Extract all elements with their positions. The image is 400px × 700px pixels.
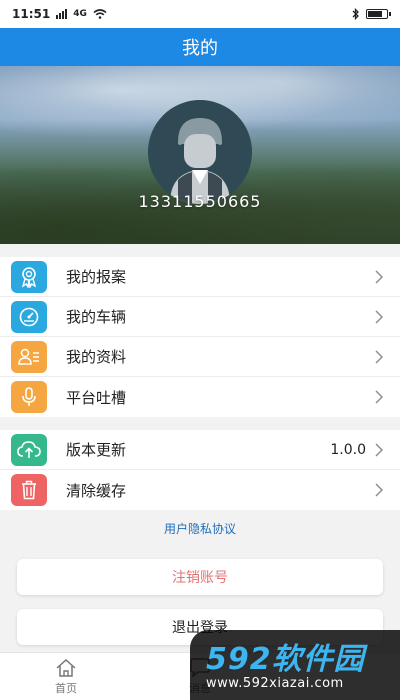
- status-time: 11:51: [12, 7, 51, 21]
- avatar[interactable]: [148, 100, 252, 204]
- chevron-right-icon: [375, 270, 383, 284]
- menu-item-label: 我的资料: [66, 348, 127, 366]
- wifi-icon: [93, 9, 107, 19]
- phone-number: 13311550665: [138, 192, 262, 211]
- bluetooth-icon: [352, 8, 359, 20]
- version-number: 1.0.0: [330, 441, 366, 458]
- privacy-policy-link[interactable]: 用户隐私协议: [0, 520, 400, 537]
- signal-icon: [56, 9, 68, 19]
- trash-icon: [11, 474, 47, 506]
- signal-label: 4G: [73, 9, 87, 19]
- watermark-logo: 592软件园: [206, 642, 365, 677]
- menu-group-account: 我的报案 我的车辆 我的资料 平台吐槽: [0, 257, 400, 417]
- menu-item-my-reports[interactable]: 我的报案: [0, 257, 400, 297]
- chevron-right-icon: [375, 350, 383, 364]
- chevron-right-icon: [375, 483, 383, 497]
- user-avatar-icon: [148, 100, 252, 204]
- microphone-icon: [11, 381, 47, 413]
- menu-item-version-update[interactable]: 版本更新 1.0.0: [0, 430, 400, 470]
- menu-item-feedback[interactable]: 平台吐槽: [0, 377, 400, 417]
- watermark: 592软件园 www.592xiazai.com: [190, 630, 400, 700]
- cancel-account-button[interactable]: 注销账号: [17, 559, 383, 595]
- tab-home[interactable]: 首页: [16, 653, 116, 700]
- menu-item-my-vehicles[interactable]: 我的车辆: [0, 297, 400, 337]
- watermark-url: www.592xiazai.com: [206, 676, 344, 691]
- home-icon: [56, 658, 76, 677]
- title-bar: 我的: [0, 28, 400, 66]
- status-bar: 11:51 4G: [0, 0, 400, 28]
- award-icon: [11, 261, 47, 293]
- tab-label: 首页: [55, 682, 77, 695]
- menu-item-clear-cache[interactable]: 清除缓存: [0, 470, 400, 510]
- page-title: 我的: [182, 38, 218, 59]
- chevron-right-icon: [375, 443, 383, 457]
- menu-item-label: 版本更新: [66, 441, 127, 459]
- menu-item-my-profile[interactable]: 我的资料: [0, 337, 400, 377]
- menu-item-label: 我的报案: [66, 268, 127, 286]
- menu-item-label: 平台吐槽: [66, 388, 127, 407]
- chevron-right-icon: [375, 310, 383, 324]
- menu-item-label: 清除缓存: [66, 481, 127, 500]
- cloud-upload-icon: [11, 434, 47, 466]
- battery-icon: [366, 9, 391, 19]
- chevron-right-icon: [375, 390, 383, 404]
- user-card-icon: [11, 341, 47, 373]
- speedometer-icon: [11, 301, 47, 333]
- menu-group-settings: 版本更新 1.0.0 清除缓存: [0, 430, 400, 510]
- menu-item-label: 我的车辆: [66, 308, 127, 326]
- profile-header: 13311550665: [0, 66, 400, 244]
